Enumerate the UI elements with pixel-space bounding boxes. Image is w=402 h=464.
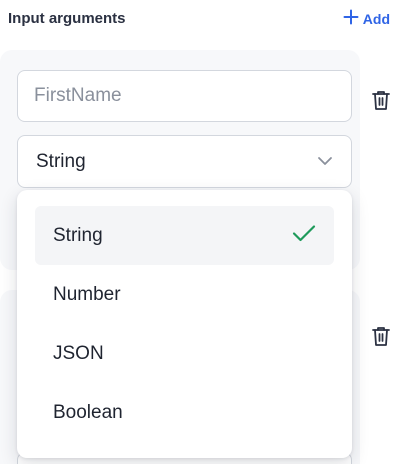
argument-type-select[interactable]: String [17,135,352,188]
delete-argument-button[interactable] [368,324,394,350]
type-option-json[interactable]: JSON [35,324,334,383]
option-label: String [53,224,103,246]
chevron-down-icon [317,153,333,171]
plus-icon [343,9,359,28]
type-option-string[interactable]: String [35,206,334,265]
argument-type-value: String [36,150,86,172]
trash-icon [371,89,391,114]
type-option-number[interactable]: Number [35,265,334,324]
type-option-boolean[interactable]: Boolean [35,383,334,442]
delete-argument-button[interactable] [368,88,394,114]
add-button-label: Add [362,10,390,27]
trash-icon [371,325,391,350]
section-title: Input arguments [8,10,126,27]
add-argument-button[interactable]: Add [343,9,390,28]
option-label: Boolean [53,401,123,423]
option-label: Number [53,283,121,305]
argument-name-input[interactable] [17,70,352,122]
input-arguments-panel: Input arguments Add String String [0,0,402,464]
check-icon [292,224,316,248]
type-dropdown-menu: String Number JSON Boolean [17,190,352,458]
option-label: JSON [53,342,104,364]
